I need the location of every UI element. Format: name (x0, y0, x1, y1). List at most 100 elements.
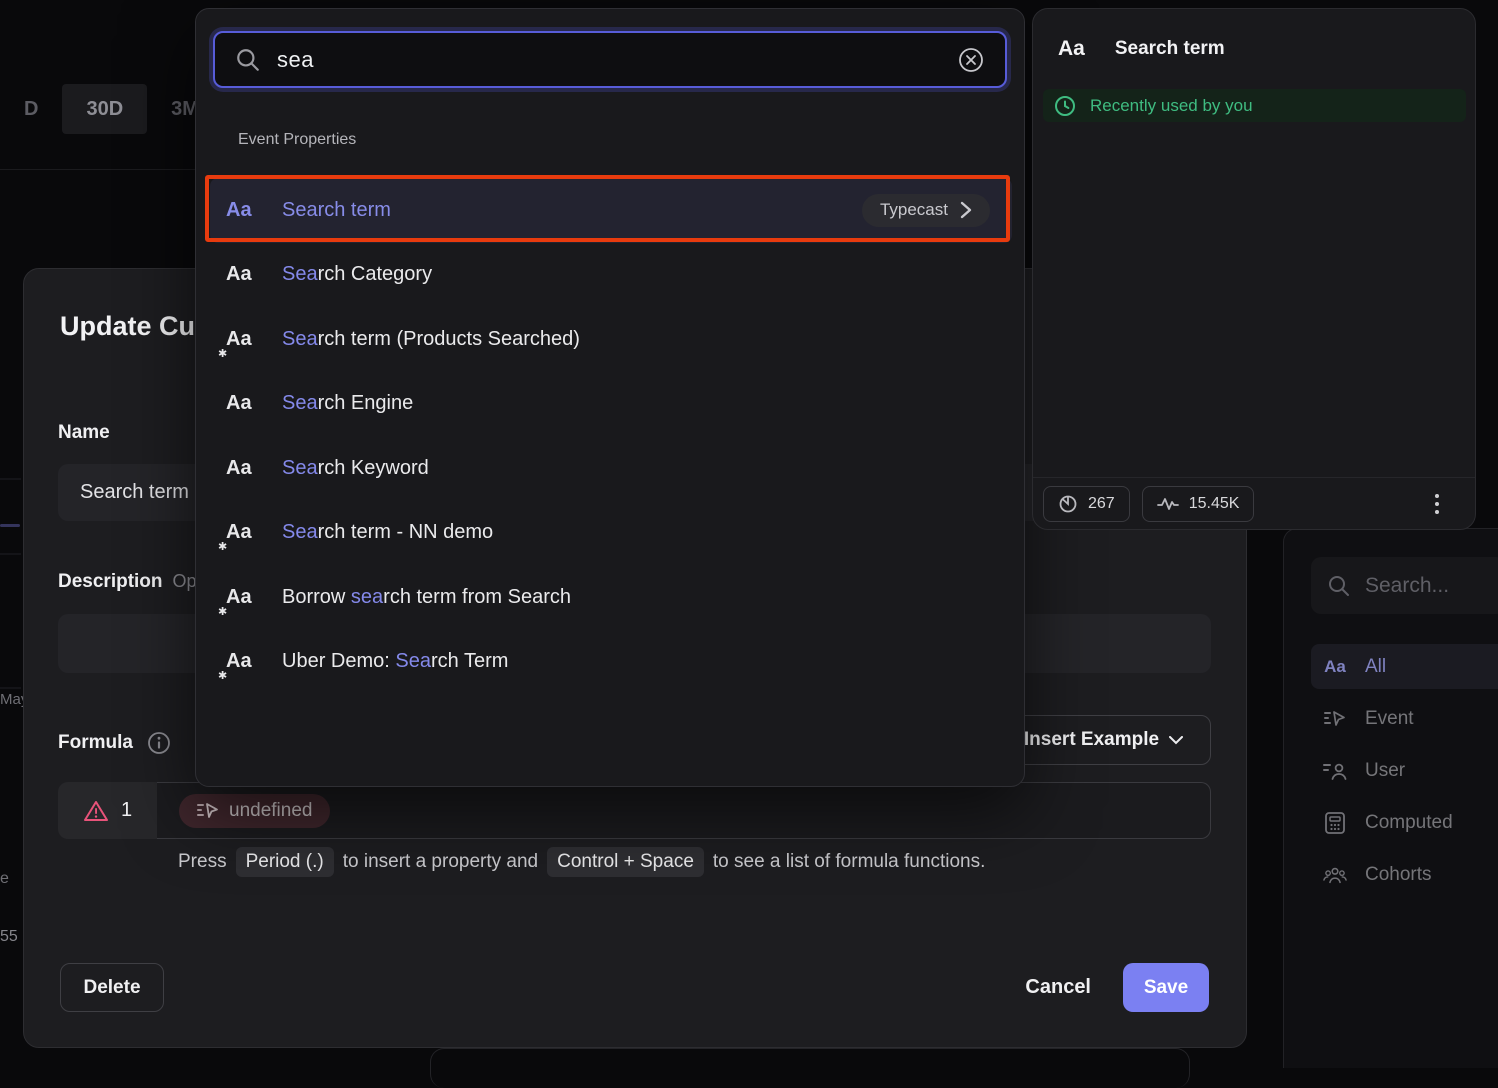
property-result-label: Borrow search term from Search (282, 586, 571, 609)
custom-property-star-icon: ✱ (218, 347, 227, 360)
time-range-tab-d[interactable]: D (0, 84, 62, 134)
search-icon (235, 47, 261, 73)
info-icon[interactable] (147, 731, 171, 755)
event-property-icon (197, 802, 219, 820)
property-result-row[interactable]: Aa Search Category (210, 243, 1012, 308)
sidebar-item-event[interactable]: Event (1311, 696, 1498, 741)
undefined-property-chip[interactable]: undefined (179, 794, 330, 828)
property-result-label: Search term (Products Searched) (282, 328, 580, 351)
cohorts-people-icon (1323, 865, 1347, 885)
stat-value: 15.45K (1189, 495, 1240, 513)
computed-calculator-icon (1323, 812, 1347, 834)
user-list-icon (1323, 761, 1347, 781)
chart-gridline (0, 687, 21, 689)
warning-triangle-icon (83, 799, 109, 823)
chart-gridline (0, 553, 21, 555)
formula-label: Formula (58, 732, 133, 754)
type-aa-glyph: Aa (226, 328, 252, 350)
recently-used-label: Recently used by you (1090, 96, 1253, 116)
type-aa-glyph: Aa (226, 263, 252, 285)
sidebar-search-input[interactable]: Search... (1311, 557, 1498, 614)
save-button[interactable]: Save (1123, 963, 1209, 1012)
property-result-row[interactable]: Aa✱Uber Demo: Search Term (210, 630, 1012, 695)
pie-chart-icon (1058, 494, 1078, 514)
property-result-label: Search term (282, 199, 391, 222)
detail-panel-title: Search term (1115, 38, 1225, 60)
type-aa-icon: Aa (1323, 657, 1347, 677)
section-label: Event Properties (238, 131, 356, 149)
type-aa-icon: Aa (226, 263, 260, 286)
detail-footer: 267 15.45K (1033, 477, 1475, 529)
chart-value-fragment: 55 (0, 928, 18, 946)
sidebar-item-label: All (1365, 656, 1386, 678)
sidebar-item-cohorts[interactable]: Cohorts (1311, 852, 1498, 897)
undefined-chip-label: undefined (229, 800, 312, 822)
type-aa-icon: Aa (1058, 37, 1085, 61)
type-aa-glyph: Aa (226, 586, 252, 608)
stat-value: 267 (1088, 495, 1115, 513)
formula-input[interactable]: undefined (157, 782, 1211, 839)
property-result-row[interactable]: Aa✱ Borrow search term from Search (210, 565, 1012, 630)
property-result-label: Search Engine (282, 392, 413, 415)
typecast-badge[interactable]: Typecast (862, 194, 990, 227)
type-aa-icon: Aa (226, 457, 260, 480)
help-suffix: to see a list of formula functions. (713, 851, 985, 873)
type-aa-icon: Aa (226, 392, 260, 415)
sidebar-item-label: Computed (1365, 812, 1453, 834)
sidebar-item-computed[interactable]: Computed (1311, 800, 1498, 845)
search-icon (1327, 574, 1351, 598)
insert-example-button[interactable]: Insert Example (996, 715, 1211, 765)
property-result-row[interactable]: Aa✱ Search term (Products Searched) (210, 307, 1012, 372)
property-detail-panel: Aa Search term Recently used by you 267 1… (1032, 8, 1476, 530)
property-stat-chip[interactable]: 267 (1043, 486, 1130, 522)
property-result-label: Search Category (282, 263, 432, 286)
property-result-row[interactable]: AaSearch Keyword (210, 436, 1012, 501)
help-prefix: Press (178, 851, 227, 873)
kebab-menu-icon[interactable] (1435, 494, 1439, 514)
name-label: Name (58, 422, 110, 444)
sidebar-item-all[interactable]: Aa All (1311, 644, 1498, 689)
time-range-tab-30d[interactable]: 30D (62, 84, 147, 134)
type-aa-glyph: Aa (226, 521, 252, 543)
picker-search-input[interactable]: sea (213, 31, 1007, 88)
property-picker-dropdown: sea Event Properties Aa Search term Typeca… (195, 8, 1025, 787)
property-type-sidebar: Search... Aa All Event User Computed Cohorts (1283, 528, 1498, 1068)
help-mid: to insert a property and (343, 851, 538, 873)
formula-help-text: Press Period (.) to insert a property an… (178, 847, 985, 877)
sidebar-item-label: User (1365, 760, 1405, 782)
sidebar-search-placeholder: Search... (1365, 574, 1449, 598)
chart-line-fragment (0, 524, 20, 527)
type-aa-glyph: Aa (226, 392, 252, 414)
chevron-down-icon (1169, 736, 1183, 745)
property-result-label: Uber Demo: Search Term (282, 650, 508, 673)
kbd-period: Period (.) (236, 847, 334, 877)
sidebar-item-user[interactable]: User (1311, 748, 1498, 793)
type-aa-icon: Aa✱ (226, 521, 260, 544)
chart-gridline (0, 478, 21, 480)
formula-editor[interactable]: 1 undefined (58, 782, 1211, 839)
chart-label-fragment: e (0, 870, 9, 888)
formula-error-counter: 1 (58, 782, 157, 839)
clear-search-icon[interactable] (957, 46, 985, 74)
divider (0, 169, 195, 170)
clock-icon (1053, 94, 1077, 118)
name-input-value: Search term (80, 481, 189, 504)
chevron-right-icon (960, 201, 972, 219)
time-range-tabs: D30D3M (0, 84, 223, 134)
custom-property-star-icon: ✱ (218, 605, 227, 618)
recently-used-badge: Recently used by you (1043, 89, 1466, 122)
cancel-button[interactable]: Cancel (1025, 976, 1091, 999)
property-result-row[interactable]: Aa Search Engine (210, 372, 1012, 437)
type-aa-icon: Aa (226, 199, 260, 222)
custom-property-star-icon: ✱ (218, 669, 227, 682)
delete-button[interactable]: Delete (60, 963, 164, 1012)
type-aa-glyph: Aa (226, 457, 252, 479)
kbd-control-space: Control + Space (547, 847, 704, 877)
sidebar-item-label: Cohorts (1365, 864, 1432, 886)
property-result-row[interactable]: Aa✱Search term - NN demo (210, 501, 1012, 566)
description-label: Description (58, 571, 163, 592)
property-result-row[interactable]: Aa Search term Typecast (210, 178, 1012, 243)
property-results-list: AaSearch termTypecastAaSearch CategoryAa… (210, 178, 1012, 694)
property-stat-chip[interactable]: 15.45K (1142, 486, 1255, 522)
picker-search-value: sea (277, 47, 941, 73)
